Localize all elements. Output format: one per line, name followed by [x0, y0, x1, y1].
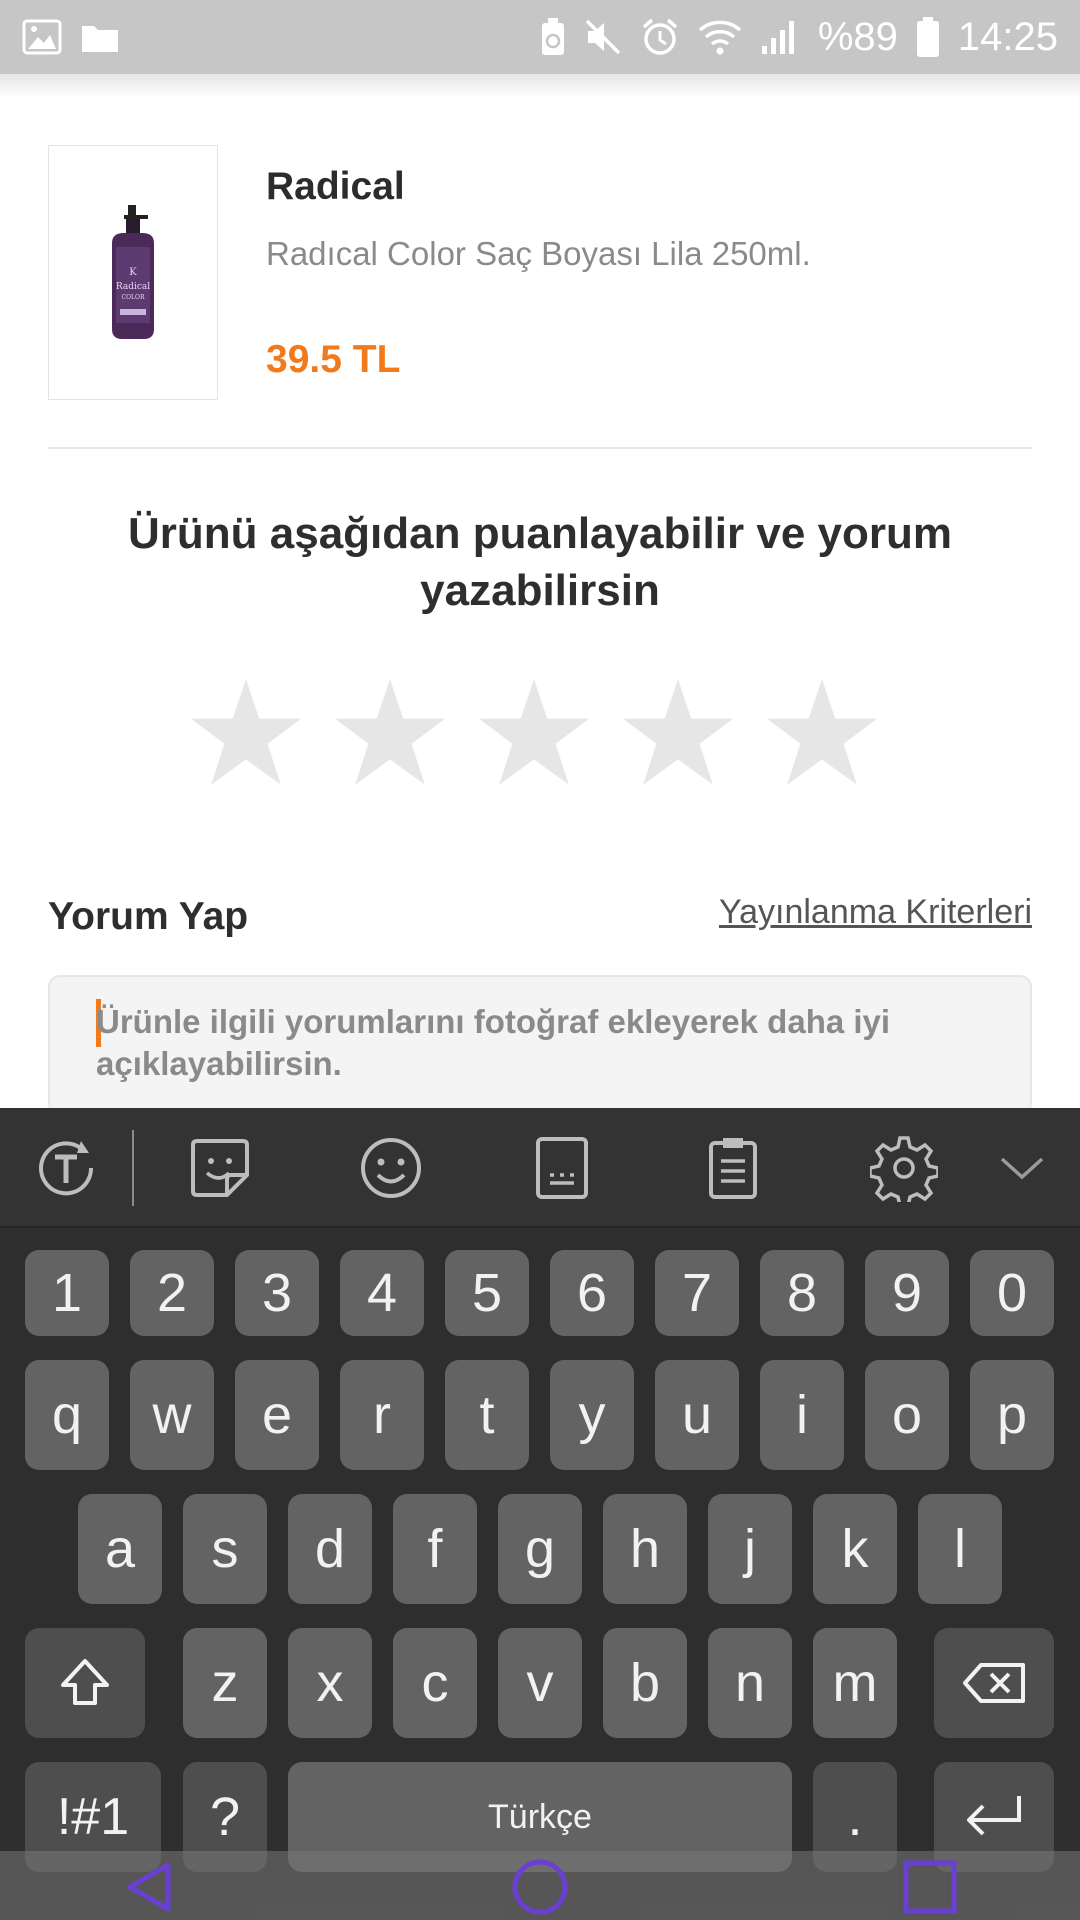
key-r[interactable]: r [340, 1360, 424, 1470]
back-icon[interactable] [118, 1855, 182, 1919]
key-g[interactable]: g [498, 1494, 582, 1604]
keyboard: 1 2 3 4 5 6 7 8 9 0 q w e r t y u i o p … [0, 1108, 1080, 1920]
key-b[interactable]: b [603, 1628, 687, 1738]
key-c[interactable]: c [393, 1628, 477, 1738]
keyboard-layout-icon[interactable] [522, 1128, 602, 1208]
key-s[interactable]: s [183, 1494, 267, 1604]
backspace-icon [963, 1663, 1025, 1703]
star-2-icon[interactable] [330, 673, 450, 793]
recents-icon[interactable] [898, 1855, 962, 1919]
key-e[interactable]: e [235, 1360, 319, 1470]
key-h[interactable]: h [603, 1494, 687, 1604]
key-x[interactable]: x [288, 1628, 372, 1738]
key-l[interactable]: l [918, 1494, 1002, 1604]
navigation-bar [0, 1851, 1080, 1920]
clipboard-icon[interactable] [693, 1128, 773, 1208]
key-v[interactable]: v [498, 1628, 582, 1738]
key-t[interactable]: t [445, 1360, 529, 1470]
key-p[interactable]: p [970, 1360, 1054, 1470]
star-3-icon[interactable] [474, 673, 594, 793]
key-q[interactable]: q [25, 1360, 109, 1470]
wifi-icon [698, 18, 742, 56]
sticker-icon[interactable] [180, 1128, 260, 1208]
star-5-icon[interactable] [762, 673, 882, 793]
rating-title: Ürünü aşağıdan puanlayabilir ve yorum ya… [128, 509, 952, 615]
key-w[interactable]: w [130, 1360, 214, 1470]
folder-icon [80, 20, 120, 54]
header-shadow [0, 74, 1080, 98]
svg-text:COLOR: COLOR [122, 294, 145, 301]
settings-icon[interactable] [864, 1128, 944, 1208]
emoji-icon[interactable] [351, 1128, 431, 1208]
keyboard-toolbar [0, 1108, 1080, 1228]
key-3[interactable]: 3 [235, 1250, 319, 1336]
key-y[interactable]: y [550, 1360, 634, 1470]
shift-icon [61, 1659, 109, 1705]
star-rating[interactable] [186, 673, 882, 793]
chevron-down-icon[interactable] [982, 1128, 1062, 1208]
key-i[interactable]: i [760, 1360, 844, 1470]
key-j[interactable]: j [708, 1494, 792, 1604]
key-7[interactable]: 7 [655, 1250, 739, 1336]
product-image[interactable]: K Radical COLOR [48, 145, 218, 400]
key-2[interactable]: 2 [130, 1250, 214, 1336]
key-d[interactable]: d [288, 1494, 372, 1604]
toolbar-separator [132, 1130, 134, 1206]
key-6[interactable]: 6 [550, 1250, 634, 1336]
battery-icon [916, 16, 940, 58]
review-title: Yorum Yap [48, 895, 249, 938]
key-9[interactable]: 9 [865, 1250, 949, 1336]
svg-text:Radical: Radical [116, 282, 150, 292]
publishing-criteria-link[interactable]: Yayınlanma Kriterleri [719, 893, 1032, 932]
status-bar: %89 14:25 [0, 0, 1080, 74]
key-1[interactable]: 1 [25, 1250, 109, 1336]
backspace-key[interactable] [934, 1628, 1054, 1738]
key-f[interactable]: f [393, 1494, 477, 1604]
star-4-icon[interactable] [618, 673, 738, 793]
key-8[interactable]: 8 [760, 1250, 844, 1336]
text-translate-icon[interactable] [26, 1128, 106, 1208]
shift-key[interactable] [25, 1628, 145, 1738]
clock: 14:25 [957, 14, 1058, 59]
battery-saver-icon [540, 17, 566, 57]
product-price: 39.5 TL [266, 338, 401, 381]
screen: { "status_bar": { "battery_percent": "%8… [0, 0, 1080, 1920]
product-name: Radıcal Color Saç Boyası Lila 250ml. [266, 235, 811, 272]
signal-icon [760, 18, 800, 56]
product-brand: Radical [266, 165, 405, 208]
key-u[interactable]: u [655, 1360, 739, 1470]
home-icon[interactable] [508, 1855, 572, 1919]
key-a[interactable]: a [78, 1494, 162, 1604]
alarm-icon [640, 17, 680, 57]
key-z[interactable]: z [183, 1628, 267, 1738]
gallery-icon [22, 19, 62, 55]
enter-icon [967, 1796, 1021, 1836]
key-0[interactable]: 0 [970, 1250, 1054, 1336]
status-bar-right: %89 14:25 [540, 15, 1058, 60]
key-n[interactable]: n [708, 1628, 792, 1738]
product-bottle-icon: K Radical COLOR [112, 204, 154, 339]
status-bar-left [22, 19, 120, 55]
mute-icon [584, 18, 622, 56]
divider [48, 447, 1032, 449]
key-4[interactable]: 4 [340, 1250, 424, 1336]
key-k[interactable]: k [813, 1494, 897, 1604]
key-m[interactable]: m [813, 1628, 897, 1738]
key-o[interactable]: o [865, 1360, 949, 1470]
star-1-icon[interactable] [186, 673, 306, 793]
review-placeholder: Ürünle ilgili yorumlarını fotoğraf ekley… [96, 1003, 891, 1082]
key-5[interactable]: 5 [445, 1250, 529, 1336]
svg-text:K: K [129, 267, 137, 278]
battery-percent: %89 [817, 14, 898, 59]
